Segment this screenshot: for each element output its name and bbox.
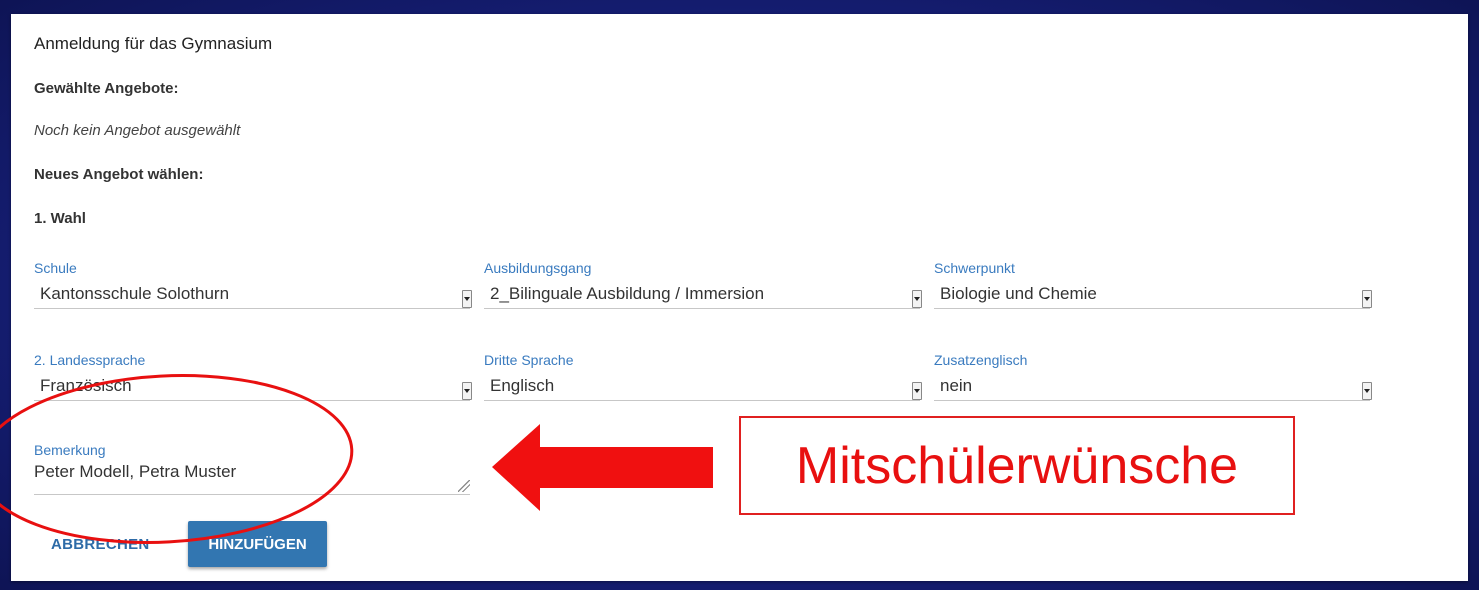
zusatzenglisch-select[interactable]: nein [934,370,1372,401]
bemerkung-textarea[interactable]: Peter Modell, Petra Muster [34,460,470,495]
annotation-text: Mitschülerwünsche [795,436,1239,495]
dropdown-arrow-icon[interactable] [912,382,922,400]
annotation-callout: Mitschülerwünsche [739,416,1295,515]
schwerpunkt-field: Schwerpunkt Biologie und Chemie [934,260,1372,309]
landessprache-label: 2. Landessprache [34,352,146,368]
new-offer-heading: Neues Angebot wählen: [34,166,204,183]
dritte-sprache-label: Dritte Sprache [484,352,574,368]
resize-handle-icon[interactable] [458,480,470,492]
landessprache-select[interactable]: Französisch [34,370,472,401]
first-choice-heading: 1. Wahl [34,210,86,227]
ausbildungsgang-label: Ausbildungsgang [484,260,592,276]
add-button[interactable]: HINZUFÜGEN [188,521,327,567]
form-title: Anmeldung für das Gymnasium [34,34,273,53]
ausbildungsgang-value: 2_Bilinguale Ausbildung / Immersion [490,284,765,303]
dropdown-arrow-icon[interactable] [1362,290,1372,308]
landessprache-field: 2. Landessprache Französisch [34,352,472,401]
schule-field: Schule Kantonsschule Solothurn [34,260,472,309]
dropdown-arrow-icon[interactable] [462,382,472,400]
selected-offers-heading: Gewählte Angebote: [34,80,179,97]
no-offer-selected-text: Noch kein Angebot ausgewählt [34,122,241,139]
cancel-button[interactable]: ABBRECHEN [37,521,167,567]
dropdown-arrow-icon[interactable] [1362,382,1372,400]
schwerpunkt-value: Biologie und Chemie [940,284,1097,303]
bemerkung-field: Bemerkung Peter Modell, Petra Muster [34,442,470,495]
bemerkung-value: Peter Modell, Petra Muster [34,462,237,481]
schule-value: Kantonsschule Solothurn [40,284,230,303]
zusatzenglisch-field: Zusatzenglisch nein [934,352,1372,401]
schwerpunkt-select[interactable]: Biologie und Chemie [934,278,1372,309]
dritte-sprache-value: Englisch [490,376,555,395]
dropdown-arrow-icon[interactable] [912,290,922,308]
ausbildungsgang-select[interactable]: 2_Bilinguale Ausbildung / Immersion [484,278,922,309]
schwerpunkt-label: Schwerpunkt [934,260,1015,276]
zusatzenglisch-label: Zusatzenglisch [934,352,1028,368]
dritte-sprache-field: Dritte Sprache Englisch [484,352,922,401]
bemerkung-label: Bemerkung [34,442,106,458]
zusatzenglisch-value: nein [940,376,973,395]
schule-label: Schule [34,260,77,276]
dropdown-arrow-icon[interactable] [462,290,472,308]
landessprache-value: Französisch [40,376,132,395]
schule-select[interactable]: Kantonsschule Solothurn [34,278,472,309]
dritte-sprache-select[interactable]: Englisch [484,370,922,401]
ausbildungsgang-field: Ausbildungsgang 2_Bilinguale Ausbildung … [484,260,922,309]
